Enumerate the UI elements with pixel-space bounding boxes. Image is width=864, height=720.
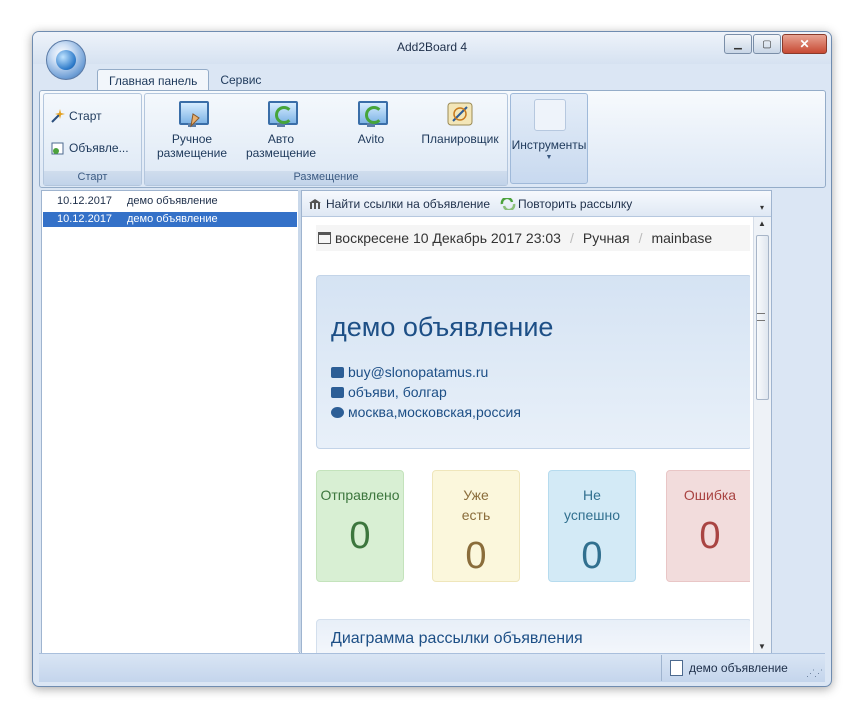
- document-icon: [670, 660, 683, 676]
- stat-failed: Не успешно 0: [548, 470, 636, 582]
- manual-placement-button[interactable]: Ручное размещение: [151, 100, 233, 160]
- auto-placement-icon: [266, 100, 298, 128]
- scroll-down-icon[interactable]: ▼: [758, 642, 766, 651]
- list-item[interactable]: 10.12.2017 демо объявление: [43, 194, 297, 209]
- status-bar: демо объявление ⋰⋰: [39, 653, 825, 682]
- ad-title: демо объявление: [331, 312, 554, 342]
- ad-detail-content: воскресене 10 Декабрь 2017 23:03 / Ручна…: [302, 217, 750, 653]
- ads-list: 10.12.2017 демо объявление 10.12.2017 де…: [41, 190, 300, 654]
- ad-mode: Ручная: [582, 230, 630, 246]
- window-controls: ▁ ▢ ✕: [723, 34, 827, 54]
- ad-datetime: воскресене 10 Декабрь 2017 23:03: [335, 230, 561, 246]
- ad-icon: [50, 140, 66, 156]
- ribbon-group-placement: Ручное размещение Авто размещение Avito: [144, 93, 508, 186]
- app-globe-icon: [56, 50, 76, 70]
- folder-icon: [331, 386, 344, 398]
- calendar-icon: [318, 232, 331, 244]
- refresh-icon: [500, 196, 516, 212]
- ribbon-group-start: Старт Объявле... Старт: [43, 93, 142, 186]
- wizard-icon: [50, 108, 66, 124]
- ad-category: объяви, болгар: [331, 384, 447, 400]
- detail-toolbar: Найти ссылки на объявление Повторить рас…: [302, 191, 771, 217]
- maximize-button[interactable]: ▢: [753, 34, 781, 54]
- stat-error: Ошибка 0: [666, 470, 750, 582]
- manual-placement-icon: [177, 100, 209, 128]
- scroll-up-icon[interactable]: ▲: [758, 219, 766, 228]
- ad-summary: демо объявление buy@slonopatamus.ru объя…: [316, 275, 750, 449]
- tab-service[interactable]: Сервис: [209, 69, 272, 91]
- envelope-icon: [331, 366, 344, 378]
- detail-scrollbar[interactable]: ▲ ▼: [753, 217, 771, 653]
- repeat-mailing-button[interactable]: Повторить рассылку: [500, 196, 632, 212]
- status-current-ad: демо объявление: [661, 655, 824, 681]
- app-window: Add2Board 4 ▁ ▢ ✕ Главная панель Сервис …: [32, 31, 832, 687]
- application-menu-button[interactable]: [46, 40, 86, 80]
- resize-grip-icon[interactable]: ⋰⋰: [806, 668, 823, 679]
- ad-base: mainbase: [651, 230, 713, 246]
- ribbon: Старт Объявле... Старт Ручное размещение: [39, 90, 826, 188]
- ribbon-tabs: Главная панель Сервис: [97, 69, 272, 91]
- tools-button[interactable]: Инструменты ▼: [510, 93, 588, 184]
- ribbon-group-start-label: Старт: [44, 171, 141, 185]
- tab-main-panel[interactable]: Главная панель: [97, 69, 210, 91]
- start-button-label: Старт: [69, 109, 102, 123]
- start-button[interactable]: Старт: [50, 108, 102, 124]
- scroll-grip-icon: [757, 313, 765, 321]
- breadcrumb: воскресене 10 Декабрь 2017 23:03 / Ручна…: [316, 225, 750, 251]
- ads-button[interactable]: Объявле...: [50, 140, 129, 156]
- window-title: Add2Board 4: [396, 40, 468, 54]
- ad-email: buy@slonopatamus.ru: [331, 364, 488, 380]
- find-links-button[interactable]: Найти ссылки на объявление: [308, 197, 490, 211]
- avito-icon: [356, 100, 388, 128]
- close-button[interactable]: ✕: [782, 34, 827, 54]
- ribbon-group-placement-label: Размещение: [145, 171, 507, 185]
- tools-icon: [534, 99, 566, 131]
- ads-button-label: Объявле...: [69, 141, 129, 155]
- title-bar: Add2Board 4 ▁ ▢ ✕: [33, 32, 831, 64]
- list-item-selected[interactable]: 10.12.2017 демо объявление: [43, 212, 297, 227]
- scheduler-button[interactable]: Планировщик: [419, 100, 501, 146]
- stat-already-exists: Уже есть 0: [432, 470, 520, 582]
- mailing-chart-header: Диаграмма рассылки объявления: [316, 619, 750, 653]
- avito-button[interactable]: Avito: [330, 100, 412, 146]
- ad-location: москва,московская,россия: [331, 404, 521, 420]
- auto-placement-button[interactable]: Авто размещение: [240, 100, 322, 160]
- globe-icon: [331, 406, 344, 418]
- stat-sent: Отправлено 0: [316, 470, 404, 582]
- scheduler-icon: [445, 100, 475, 128]
- minimize-button[interactable]: ▁: [724, 34, 752, 54]
- tools-label: Инструменты: [511, 138, 587, 152]
- chevron-down-icon: ▼: [545, 154, 553, 161]
- ad-detail-panel: Найти ссылки на объявление Повторить рас…: [301, 190, 772, 654]
- toolbar-overflow-icon[interactable]: ▾: [760, 203, 769, 213]
- building-icon: [308, 198, 322, 210]
